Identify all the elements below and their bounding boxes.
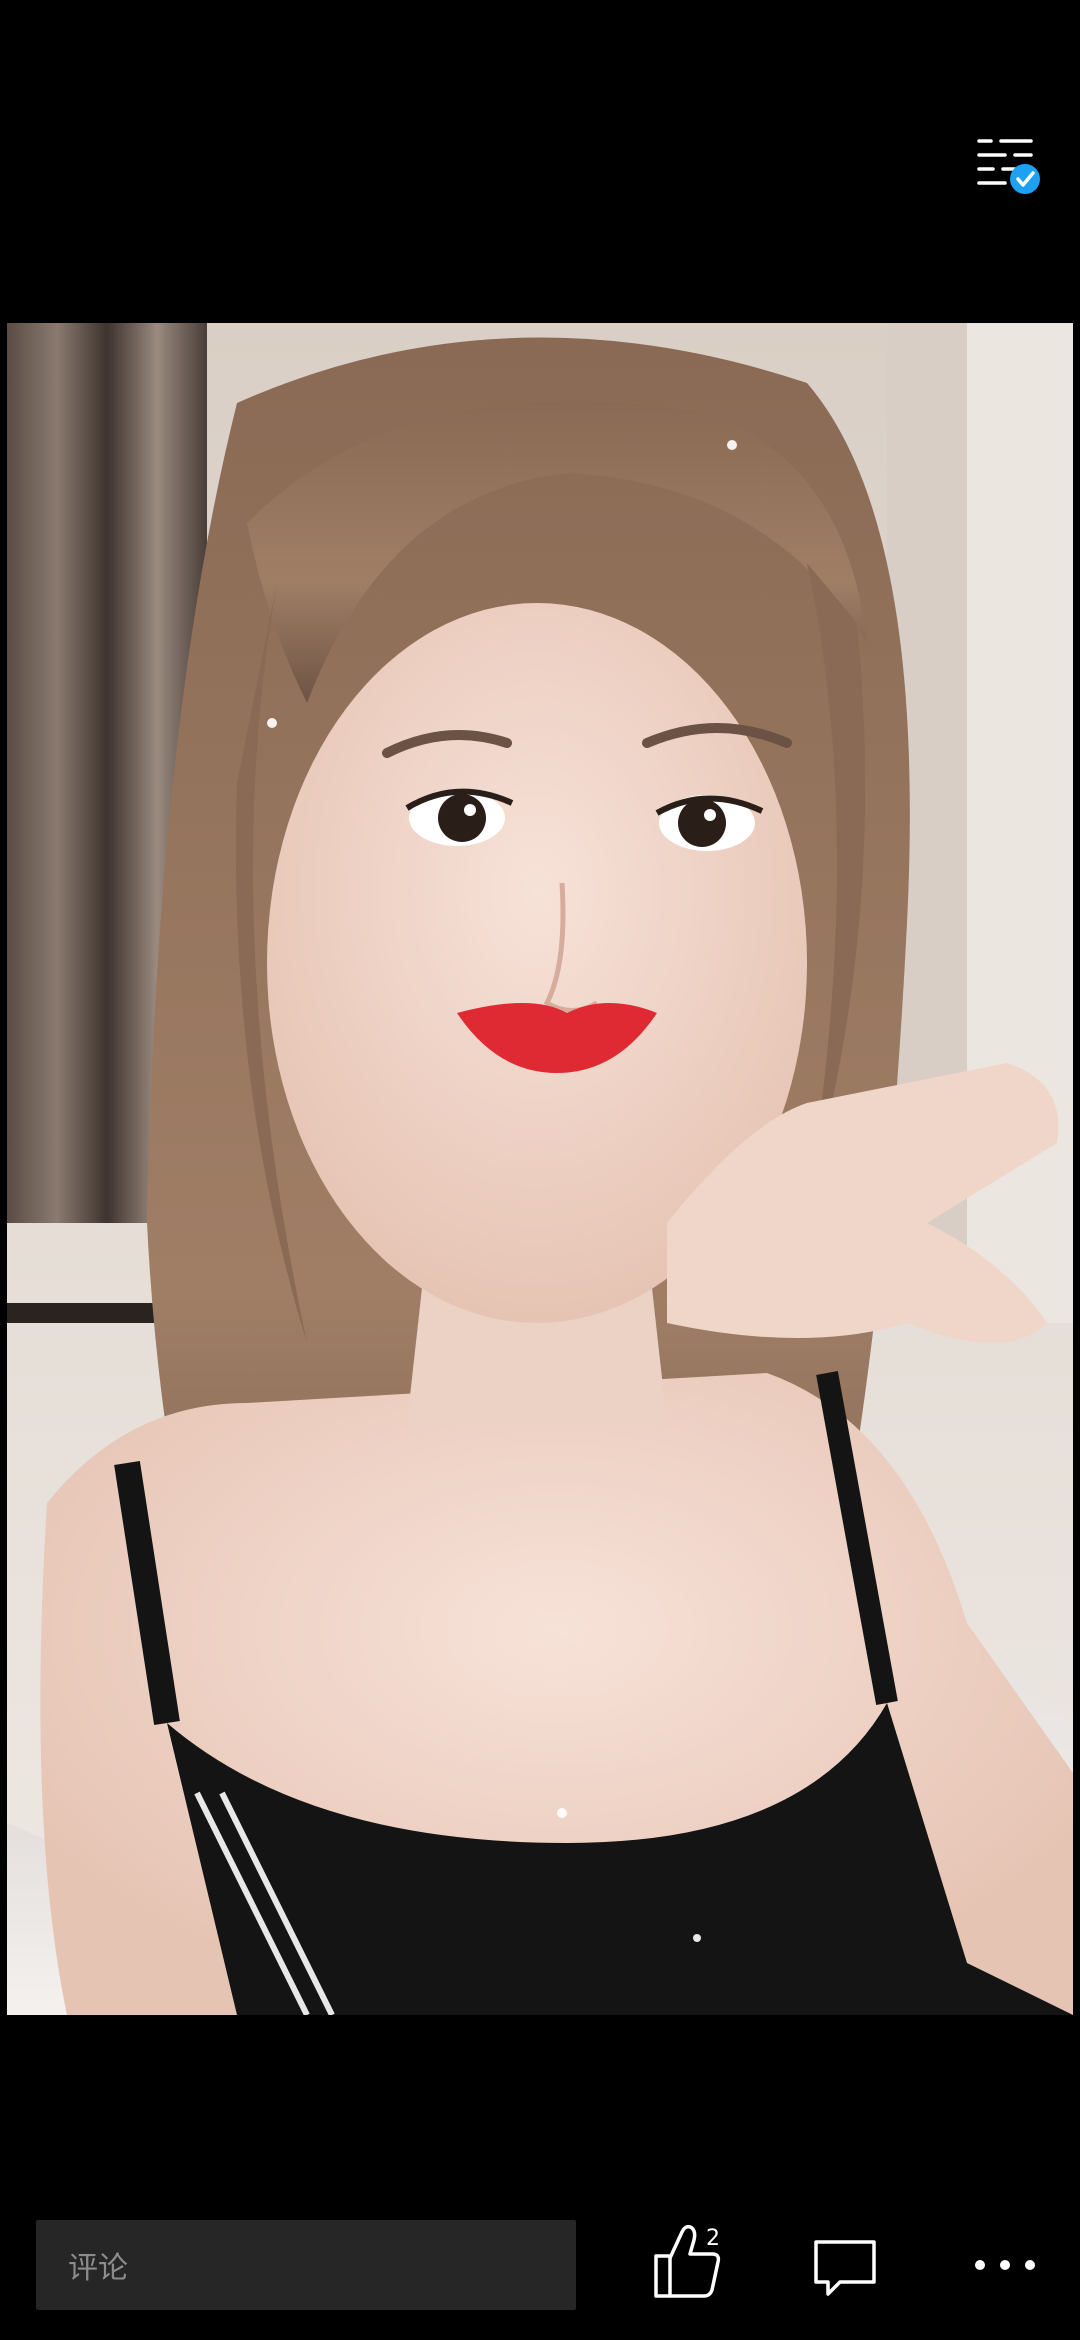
comment-button[interactable] (810, 2236, 880, 2298)
speech-bubble-icon (814, 2240, 876, 2296)
selfie-photo[interactable] (7, 323, 1073, 2015)
more-options-button[interactable] (970, 2250, 1040, 2280)
comment-placeholder: 评论 (68, 2251, 128, 2286)
like-count: 2 (706, 2226, 720, 2251)
more-dots-icon (975, 2260, 1035, 2270)
thumbs-up-icon (654, 2224, 721, 2298)
like-button[interactable]: 2 (650, 2222, 736, 2302)
verified-check-icon (1010, 164, 1040, 194)
list-settings-icon[interactable] (975, 135, 1041, 197)
comment-input[interactable]: 评论 (36, 2220, 576, 2310)
